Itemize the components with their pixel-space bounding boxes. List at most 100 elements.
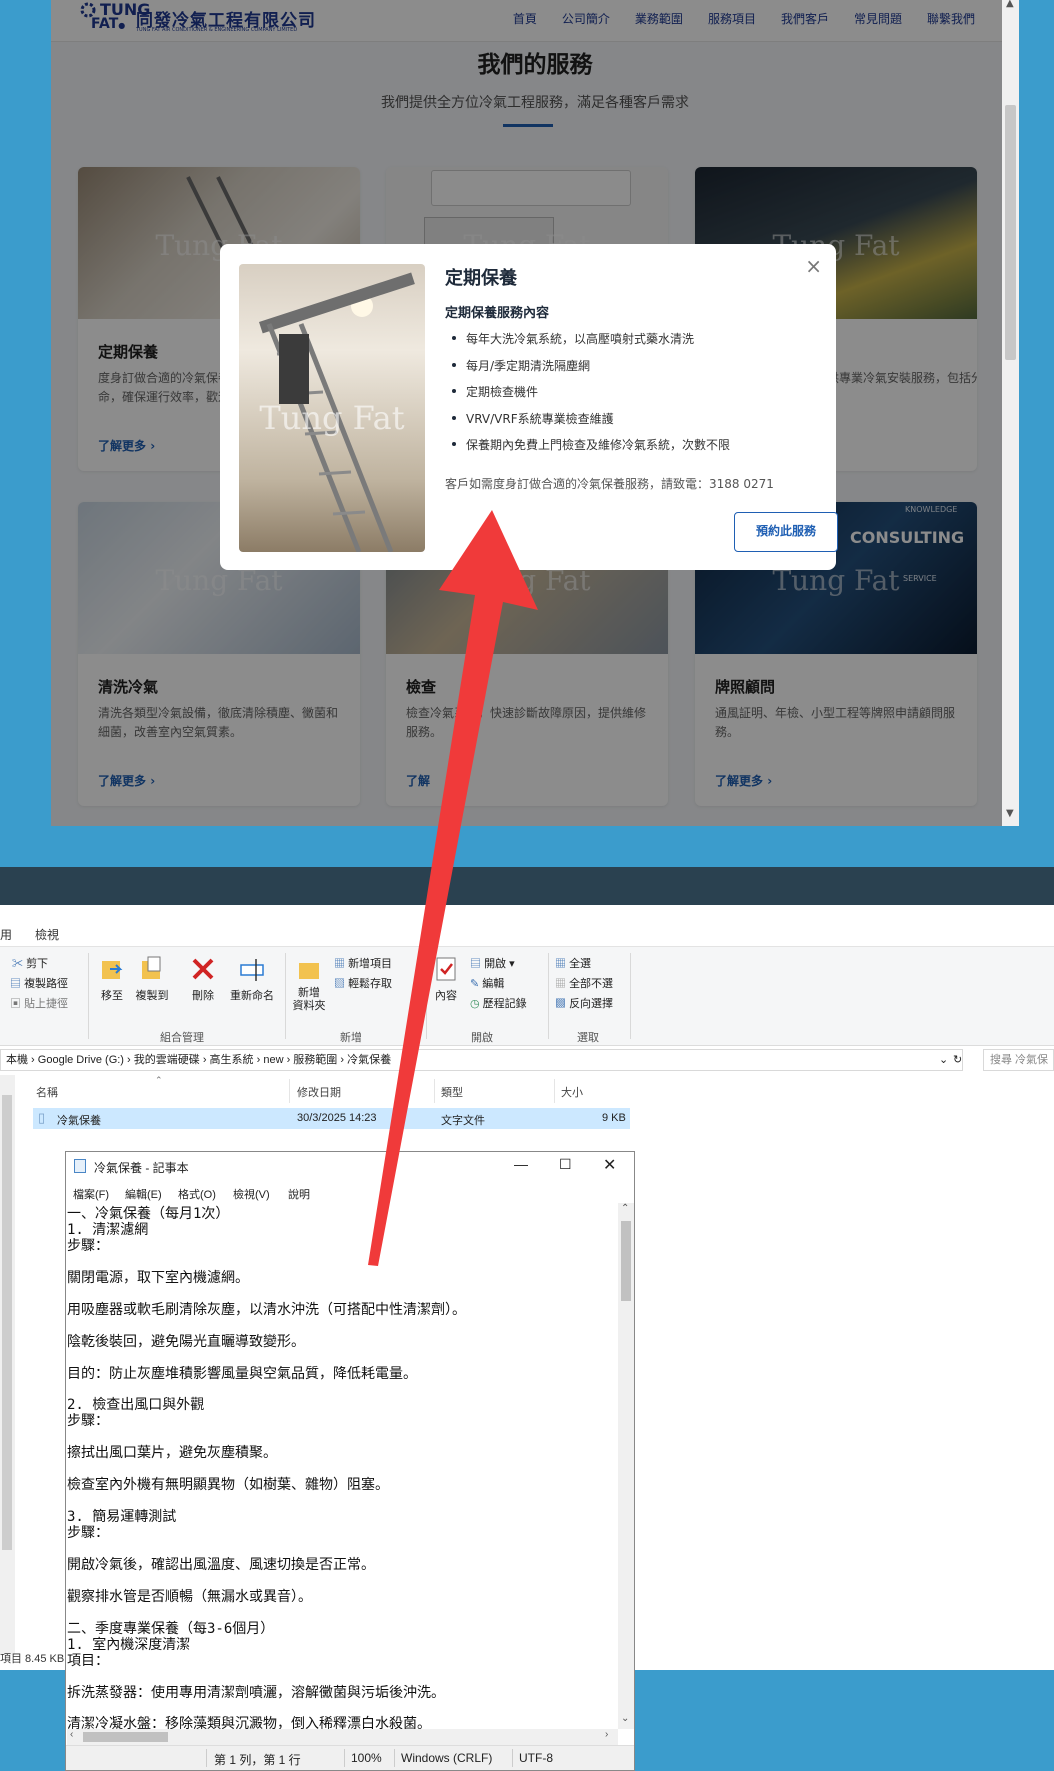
rename-button[interactable]: 重新命名	[230, 955, 274, 1003]
breadcrumb-item[interactable]: Google Drive (G:)	[38, 1054, 124, 1066]
scroll-left-icon[interactable]: ‹	[70, 1729, 73, 1740]
open-icon: ▤	[470, 958, 481, 970]
breadcrumb-item[interactable]: new	[263, 1054, 283, 1066]
scrollbar-thumb[interactable]	[1005, 105, 1016, 360]
text-line: 清潔冷凝水盤：移除藻類與沉澱物，倒入稀釋漂白水殺菌。	[67, 1716, 431, 1729]
menu-view[interactable]: 檢視(V)	[233, 1186, 270, 1202]
service-modal: Tung Fat × 定期保養 定期保養服務內容 每年大洗冷氣系統，以高壓噴射式…	[220, 244, 838, 570]
cut-button[interactable]: ✂ 剪下	[12, 955, 48, 971]
maximize-icon[interactable]: ☐	[559, 1156, 572, 1173]
watermark: Tung Fat	[259, 399, 405, 437]
group-select-label: 選取	[577, 1032, 599, 1044]
nav-pane-scrollbar[interactable]	[0, 1075, 15, 1655]
status-divider	[512, 1749, 513, 1767]
search-input[interactable]: 搜尋 冷氣保	[983, 1049, 1054, 1071]
chevron-down-icon[interactable]: ⌄	[939, 1050, 948, 1070]
invert-selection-button[interactable]: ▩ 反向選擇	[555, 995, 613, 1011]
properties-button[interactable]: 內容	[426, 955, 466, 1003]
text-editor[interactable]: 一、冷氣保養（每月1次） 1. 清潔濾網 步驟： 關閉電源，取下室內機濾網。 用吸塵器或…	[67, 1203, 618, 1729]
status-divider	[206, 1749, 207, 1767]
status-divider	[344, 1749, 345, 1767]
text-line: 步驟：	[67, 1413, 109, 1430]
address-bar[interactable]: 本機 › Google Drive (G:) › 我的雲端硬碟 › 高生系統 ›…	[0, 1049, 963, 1071]
copy-to-icon	[142, 956, 161, 979]
refresh-icon[interactable]: ↻	[953, 1050, 962, 1070]
easy-access-button[interactable]: ▧ 輕鬆存取	[334, 975, 392, 991]
text-line: 用吸塵器或軟毛刷清除灰塵，以清水沖洗（可搭配中性清潔劑）。	[67, 1301, 466, 1318]
page-scrollbar[interactable]: ▲ ▼	[1002, 0, 1019, 826]
new-item-icon: ▦	[334, 958, 345, 970]
edit-icon: ✎	[470, 978, 480, 990]
column-separator[interactable]	[554, 1079, 555, 1103]
column-date[interactable]: 修改日期	[297, 1084, 341, 1100]
easy-access-label: 輕鬆存取	[348, 978, 393, 990]
window-title: 冷氣保養 - 記事本	[94, 1161, 189, 1175]
breadcrumb: 本機 › Google Drive (G:) › 我的雲端硬碟 › 高生系統 ›…	[6, 1054, 392, 1066]
folder-icon	[299, 963, 319, 979]
open-label: 開啟	[484, 958, 507, 970]
open-button[interactable]: ▤ 開啟 ▾	[470, 955, 515, 971]
scrollbar-thumb[interactable]	[621, 1221, 631, 1301]
select-none-button[interactable]: ▦ 全部不選	[555, 975, 613, 991]
menu-tab-use[interactable]: 用	[0, 926, 12, 943]
title-bar[interactable]: 冷氣保養 - 記事本 — ☐ ✕	[66, 1152, 634, 1182]
scrollbar-thumb[interactable]	[83, 1732, 168, 1742]
minimize-icon[interactable]: —	[514, 1156, 528, 1172]
breadcrumb-item[interactable]: 本機	[6, 1054, 28, 1066]
copy-path-button[interactable]: ▤ 複製路徑	[10, 975, 68, 991]
separator	[285, 953, 286, 1039]
properties-label: 內容	[435, 990, 457, 1002]
select-all-icon: ▦	[555, 958, 566, 970]
browser-window: TUNG FAT● 同發冷氣工程有限公司 TUNG FAT AIR CONDIT…	[51, 0, 1019, 826]
status-bar: 第 1 列，第 1 行 100% Windows (CRLF) UTF-8	[66, 1745, 634, 1770]
scrollbar-thumb[interactable]	[2, 1095, 12, 1550]
book-service-button[interactable]: 預約此服務	[734, 512, 838, 552]
website-page: TUNG FAT● 同發冷氣工程有限公司 TUNG FAT AIR CONDIT…	[51, 0, 1019, 826]
file-type: 文字文件	[441, 1115, 485, 1127]
select-all-button[interactable]: ▦ 全選	[555, 955, 591, 971]
vertical-scrollbar[interactable]: ⌃ ⌄	[618, 1203, 634, 1729]
menu-help[interactable]: 說明	[288, 1186, 310, 1202]
column-separator[interactable]	[434, 1079, 435, 1103]
close-icon[interactable]: ×	[805, 254, 822, 278]
column-name[interactable]: 名稱	[36, 1084, 58, 1100]
delete-x-icon	[192, 958, 214, 980]
copy-to-button[interactable]: 複製到	[132, 955, 172, 1003]
menu-tab-view[interactable]: 檢視	[35, 926, 59, 943]
breadcrumb-item[interactable]: 服務範圍	[293, 1054, 337, 1066]
new-folder-button[interactable]: 新增 資料夾	[289, 955, 329, 1013]
group-open-label: 開啟	[471, 1032, 493, 1044]
notepad-icon	[74, 1159, 86, 1173]
scroll-up-icon[interactable]: ▲	[1006, 0, 1014, 9]
status-divider	[394, 1749, 395, 1767]
scroll-down-icon[interactable]: ⌄	[621, 1713, 629, 1724]
text-line: 觀察排水管是否順暢（無漏水或異音）。	[67, 1588, 312, 1605]
move-to-button[interactable]: 移至	[92, 955, 132, 1003]
modal-title: 定期保養	[445, 268, 517, 289]
new-item-button[interactable]: ▦ 新增項目	[334, 955, 392, 971]
delete-button[interactable]: 刪除	[183, 955, 223, 1003]
close-icon[interactable]: ✕	[603, 1155, 616, 1175]
text-line: 目的：防止灰塵堆積影響風量與空氣品質，降低耗電量。	[67, 1365, 417, 1382]
select-none-label: 全部不選	[569, 978, 614, 990]
horizontal-scrollbar[interactable]: ‹ ›	[67, 1729, 618, 1745]
scroll-down-icon[interactable]: ▼	[1006, 808, 1014, 819]
column-size[interactable]: 大小	[561, 1084, 583, 1100]
scroll-right-icon[interactable]: ›	[605, 1729, 608, 1740]
menu-file[interactable]: 檔案(F)	[73, 1186, 109, 1202]
column-separator[interactable]	[289, 1079, 290, 1103]
text-file-icon: ▯	[38, 1110, 46, 1125]
menu-format[interactable]: 格式(O)	[178, 1186, 216, 1202]
history-button[interactable]: ◷ 歷程記錄	[470, 995, 527, 1011]
edit-button[interactable]: ✎ 編輯	[470, 975, 504, 991]
breadcrumb-item[interactable]: 冷氣保養	[347, 1054, 391, 1066]
breadcrumb-item[interactable]: 高生系統	[210, 1054, 254, 1066]
table-row[interactable]: ▯ 冷氣保養 30/3/2025 14:23 文字文件 9 KB	[33, 1108, 630, 1129]
list-item: 定期檢查機件	[452, 383, 822, 410]
paste-shortcut-icon: ▣	[10, 998, 21, 1010]
breadcrumb-item[interactable]: 我的雲端硬碟	[134, 1054, 200, 1066]
column-type[interactable]: 類型	[441, 1084, 463, 1100]
paste-shortcut-button[interactable]: ▣ 貼上捷徑	[10, 995, 68, 1011]
menu-edit[interactable]: 編輯(E)	[125, 1186, 162, 1202]
scroll-up-icon[interactable]: ⌃	[621, 1203, 629, 1214]
